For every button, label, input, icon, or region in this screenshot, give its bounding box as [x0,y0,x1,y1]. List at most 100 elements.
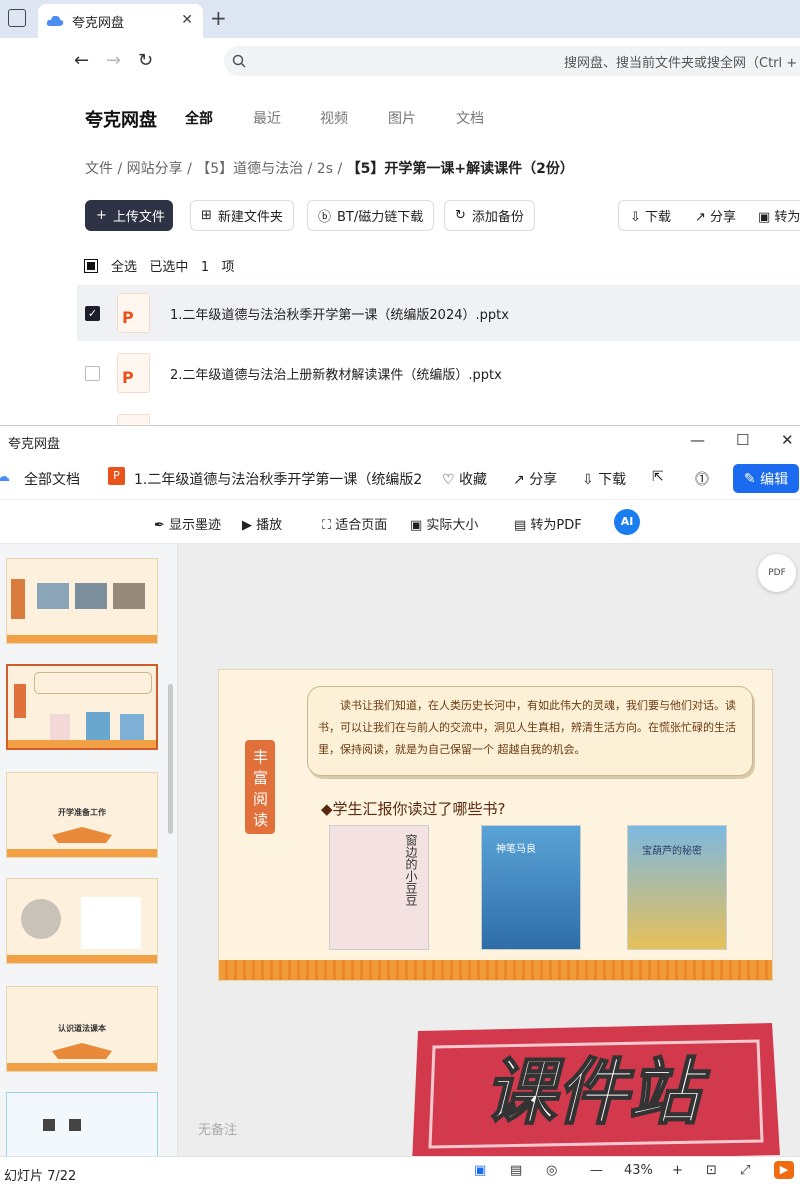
normal-view-icon[interactable]: ▣ [474,1163,486,1178]
tab-recent[interactable]: 最近 [253,108,281,128]
breadcrumb-item[interactable]: 文件 [85,161,113,177]
thumb-building [52,827,112,843]
download-button[interactable]: ⇩ 下载 [630,206,671,225]
slide-notes[interactable]: 无备注 [198,1119,237,1138]
slide-thumbnail[interactable]: 认识道法课本 [6,986,158,1072]
drive-page: 夸克网盘 全部 最近 视频 图片 文档 文件 / 网站分享 / 【5】道德与法治… [0,84,800,428]
thumb-qrcode [69,1119,81,1131]
breadcrumb-item[interactable]: 2s [317,161,333,177]
viewer-title-bar: 夸克网盘 — ☐ ✕ [0,426,800,456]
tab-video[interactable]: 视频 [320,108,348,128]
thumb-book [86,712,110,742]
zoom-out-icon[interactable]: — [590,1163,603,1178]
close-tab-icon[interactable]: ✕ [181,12,193,28]
convert-label: 转为 [774,210,800,225]
slide-thumbnail[interactable] [6,878,158,964]
select-all-checkbox[interactable] [84,259,98,273]
thumb-title: 开学准备工作 [58,808,106,817]
slide-thumbnail[interactable]: 开学准备工作 [6,772,158,858]
upload-label: 上传文件 [112,210,165,225]
viewer-status-bar: 幻灯片 7/22 ▣ ▤ ◎ — 43% + ⊡ ⤢ ▶ [0,1156,800,1201]
watermark-stamp: 课件站 [412,1023,780,1163]
address-bar[interactable]: 搜网盘、搜当前文件夹或搜全网（Ctrl + F） [224,46,800,76]
slide-counter: 幻灯片 7/22 [4,1169,77,1184]
share-button[interactable]: ↗ 分享 [695,206,736,225]
file-row[interactable]: P 2.二年级道德与法治上册新教材解读课件（统编版）.pptx [77,345,800,401]
slide-thumbnail[interactable] [6,1092,158,1156]
slide-side-label: 丰富阅读 [245,740,275,834]
drive-brand: 夸克网盘 [85,110,157,131]
breadcrumb-item[interactable]: 【5】道德与法治 [196,161,303,177]
thumbnail-scrollbar[interactable] [168,684,173,834]
book-title: 窗边的小豆豆 [404,834,418,906]
bt-download-button[interactable]: ⓑ BT/磁力链下载 [307,200,435,231]
watermark-text: 课件站 [484,1050,710,1134]
close-icon[interactable]: ✕ [781,431,794,449]
edit-button[interactable]: ✎ 编辑 [733,464,799,493]
maximize-icon[interactable]: ☐ [736,431,749,449]
favorite-label: 收藏 [459,472,488,488]
upload-button[interactable]: + 上传文件 [85,200,173,231]
thumb-book [120,714,144,742]
back-icon[interactable]: ← [74,50,89,71]
zoom-level[interactable]: 43% [624,1163,653,1178]
forward-icon[interactable]: → [106,50,121,71]
thumb-image [21,899,61,939]
feedback-icon[interactable]: ⓵ [695,469,709,489]
file-name[interactable]: 2.二年级道德与法治上册新教材解读课件（统编版）.pptx [170,364,502,383]
thumb-card [81,897,141,949]
slide-quote: 读书让我们知道，在人类历史长河中，有如此伟大的灵魂，我们要与他们对话。读书，可以… [307,686,753,776]
browser-tab[interactable]: 夸克网盘 ✕ [38,4,203,38]
minimize-icon[interactable]: — [690,431,705,449]
pdf-convert-icon[interactable]: PDF [758,554,796,592]
tab-all[interactable]: 全部 [185,108,213,128]
to-pdf-button[interactable]: ▤ 转为PDF [514,514,582,533]
zoom-in-icon[interactable]: + [672,1163,683,1178]
reload-icon[interactable]: ↻ [138,50,153,71]
file-name[interactable]: 1.二年级道德与法治秋季开学第一课（统编版2024）.pptx [170,304,509,323]
select-all-label[interactable]: 全选 [111,260,137,275]
slide-thumbnail[interactable] [6,558,158,644]
fullscreen-icon[interactable]: ⤢ [740,1163,750,1178]
thumb-building [52,1043,112,1059]
new-tab-icon[interactable]: + [210,6,227,30]
file-row[interactable]: ✓ P 1.二年级道德与法治秋季开学第一课（统编版2024）.pptx [77,285,800,341]
new-folder-button[interactable]: ⊞ 新建文件夹 [190,200,294,231]
backup-icon: ↻ [455,208,466,223]
document-title: 1.二年级道德与法治秋季开学第一课（统编版2 [134,472,423,488]
download-doc-button[interactable]: ⇩ 下载 [582,469,626,489]
file-checkbox[interactable]: ✓ [85,305,100,321]
fit-screen-icon[interactable]: ⊡ [706,1163,717,1178]
grid-view-icon[interactable]: ▤ [510,1163,522,1178]
slideshow-icon[interactable]: ▶ [774,1161,794,1179]
breadcrumb-item[interactable]: 网站分享 [127,161,183,177]
actual-size-button[interactable]: ▣ 实际大小 [410,514,478,533]
pptx-doc-icon: P [108,467,125,485]
show-ink-label: 显示墨迹 [169,518,222,533]
all-docs-link[interactable]: 全部文档 [24,469,80,489]
slide-thumbnail-panel: 开学准备工作 认识道法课本 [0,544,178,1156]
slide-question: ◆学生汇报你读过了哪些书? [321,800,506,818]
cloud-icon: ☁ [0,469,10,485]
ai-assistant-button[interactable]: AI [614,509,640,535]
slide-band [219,960,772,980]
tab-actions-icon[interactable] [8,9,26,27]
play-button[interactable]: ▶ 播放 [242,514,282,533]
fit-page-button[interactable]: ⛶ 适合页面 [322,514,387,533]
share-doc-button[interactable]: ↗ 分享 [513,469,557,489]
tab-docs[interactable]: 文档 [456,108,484,128]
slide-thumbnail-selected[interactable] [6,664,158,750]
add-backup-button[interactable]: ↻ 添加备份 [444,200,535,231]
show-ink-button[interactable]: ✒ 显示墨迹 [154,514,221,533]
convert-button[interactable]: ▣ 转为 [758,206,800,225]
browser-nav-bar: ← → ↻ 搜网盘、搜当前文件夹或搜全网（Ctrl + F） [0,38,800,84]
book-cover-gourd: 宝葫芦的秘密 [627,825,727,950]
thumb-title: 认识道法课本 [58,1024,106,1033]
export-icon[interactable]: ⇱ [652,469,664,485]
favorite-button[interactable]: ♡ 收藏 [442,469,487,489]
tab-images[interactable]: 图片 [388,108,416,128]
thumb-band [7,1063,157,1071]
current-slide: 丰富阅读 读书让我们知道，在人类历史长河中，有如此伟大的灵魂，我们要与他们对话。… [218,669,773,981]
file-checkbox[interactable] [85,365,100,381]
reader-view-icon[interactable]: ◎ [546,1163,557,1178]
